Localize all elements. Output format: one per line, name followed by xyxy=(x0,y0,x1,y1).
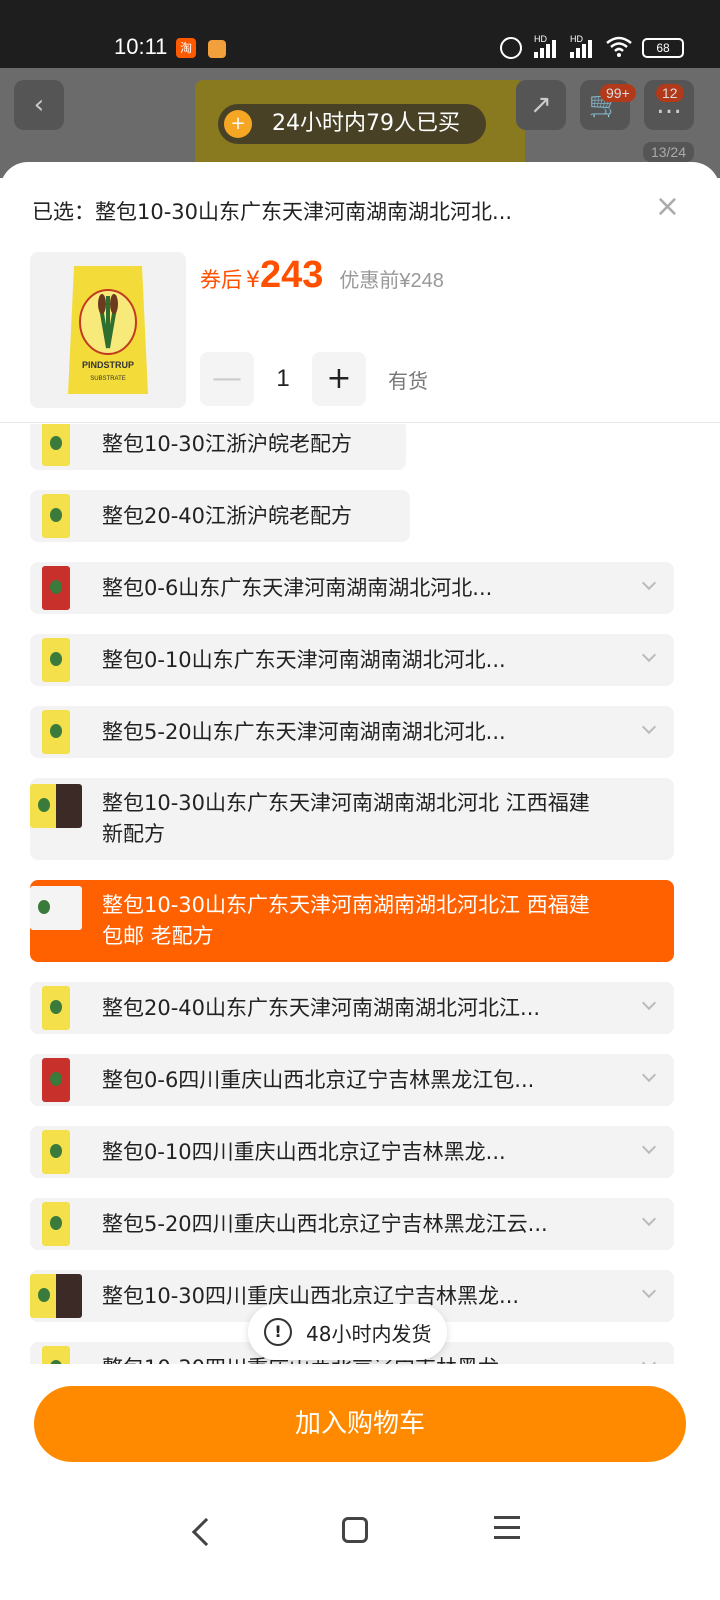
divider xyxy=(0,422,720,423)
sku-option[interactable]: 整包10-30江浙沪皖老配方 xyxy=(30,424,406,470)
chevron-down-icon[interactable] xyxy=(641,719,657,735)
taobao-notification-icon: 淘 xyxy=(176,38,196,58)
coupon-price-label: 券后 xyxy=(200,268,242,292)
sku-thumb xyxy=(42,566,70,610)
message-badge: 12 xyxy=(656,84,684,102)
sku-option-label: 整包5-20四川重庆山西北京辽宁吉林黑龙江云... xyxy=(102,1211,548,1236)
sku-thumb xyxy=(42,986,70,1030)
alarm-icon xyxy=(500,37,522,59)
sku-option[interactable]: 整包0-6山东广东天津河南湖南湖北河北... xyxy=(30,562,674,614)
quantity-stepper: — 1 + 有货 xyxy=(200,352,428,406)
sku-option[interactable]: 整包20-40江浙沪皖老配方 xyxy=(30,490,410,542)
chevron-down-icon[interactable] xyxy=(641,575,657,591)
chevron-down-icon[interactable] xyxy=(641,647,657,663)
sku-option-label: 整包0-6四川重庆山西北京辽宁吉林黑龙江包... xyxy=(102,1067,535,1092)
signal-icon: HD xyxy=(534,34,558,58)
selected-value: 整包10-30山东广东天津河南湖南湖北河北... xyxy=(95,200,513,224)
back-button[interactable]: ‹ xyxy=(14,80,64,130)
sku-thumb xyxy=(42,494,70,538)
stock-status: 有货 xyxy=(388,368,428,393)
sku-thumb xyxy=(42,1202,70,1246)
system-nav-bar xyxy=(0,1500,720,1600)
status-bar: 10:11 淘 HD HD 68 xyxy=(0,0,720,68)
bag-icon: + xyxy=(224,110,252,138)
sku-thumb xyxy=(42,1058,70,1102)
chevron-down-icon[interactable] xyxy=(641,995,657,1011)
sku-thumb xyxy=(42,710,70,754)
wifi-icon xyxy=(606,36,632,60)
chevron-down-icon[interactable] xyxy=(641,1283,657,1299)
sku-selection-sheet: 已选：整包10-30山东广东天津河南湖南湖北河北... × PINDSTRUP … xyxy=(0,162,720,1600)
currency-symbol: ¥ xyxy=(246,268,260,293)
battery-icon: 68 xyxy=(642,38,684,58)
sku-thumb xyxy=(30,1274,82,1318)
sku-thumb xyxy=(42,1130,70,1174)
gallery-notification-icon xyxy=(208,40,226,58)
shipping-notice: ! 48小时内发货 xyxy=(248,1304,448,1360)
sku-option[interactable]: 整包20-40山东广东天津河南湖南湖北河北江... xyxy=(30,982,674,1034)
chevron-down-icon[interactable] xyxy=(641,1139,657,1155)
exclamation-icon: ! xyxy=(264,1318,292,1346)
share-button[interactable]: ↗ xyxy=(516,80,566,130)
decrease-button[interactable]: — xyxy=(200,352,254,406)
sku-option[interactable]: 整包0-6四川重庆山西北京辽宁吉林黑龙江包... xyxy=(30,1054,674,1106)
coupon-price: 243 xyxy=(260,254,324,296)
sku-option-selected[interactable]: 整包10-30山东广东天津河南湖南湖北河北江 西福建包邮 老配方 xyxy=(30,880,674,962)
status-time: 10:11 xyxy=(114,34,168,59)
product-brand-text: PINDSTRUP xyxy=(82,360,134,370)
sku-option-label: 整包10-30山东广东天津河南湖南湖北河北 江西福建 新配方 xyxy=(102,791,590,846)
increase-button[interactable]: + xyxy=(312,352,366,406)
chevron-down-icon[interactable] xyxy=(641,1355,657,1364)
bought-text: 24小时内79人已买 xyxy=(272,111,460,136)
bought-count-pill: + 24小时内79人已买 xyxy=(218,104,486,144)
sku-option-label: 整包5-20山东广东天津河南湖南湖北河北... xyxy=(102,719,506,744)
add-to-cart-button[interactable]: 加入购物车 xyxy=(34,1386,686,1462)
original-price-label: 优惠前 xyxy=(339,268,400,292)
sku-option-label: 整包10-30山东广东天津河南湖南湖北河北江 西福建包邮 老配方 xyxy=(102,893,590,948)
sku-thumb xyxy=(30,886,82,930)
sku-option-label: 整包20-40江浙沪皖老配方 xyxy=(102,503,353,528)
shipping-notice-text: 48小时内发货 xyxy=(306,1321,432,1346)
sku-option-label: 整包10-30江浙沪皖老配方 xyxy=(102,431,353,456)
sku-option-label: 整包0-6山东广东天津河南湖南湖北河北... xyxy=(102,575,493,600)
sku-option[interactable]: 整包0-10山东广东天津河南湖南湖北河北... xyxy=(30,634,674,686)
sku-thumb xyxy=(42,424,70,466)
selected-sku: 已选：整包10-30山东广东天津河南湖南湖北河北... xyxy=(32,196,512,226)
sku-option-label: 整包0-10四川重庆山西北京辽宁吉林黑龙... xyxy=(102,1139,506,1164)
quantity-value[interactable]: 1 xyxy=(254,365,312,393)
sku-thumb xyxy=(42,638,70,682)
selected-prefix: 已选： xyxy=(32,200,95,224)
sku-options-list[interactable]: 整包10-30江浙沪皖老配方 整包20-40江浙沪皖老配方 整包0-6山东广东天… xyxy=(0,424,720,1364)
image-counter: 13/24 xyxy=(642,142,694,162)
nav-back-icon[interactable] xyxy=(191,1517,221,1547)
sku-option-label: 整包20-40山东广东天津河南湖南湖北河北江... xyxy=(102,995,541,1020)
signal-icon-2: HD xyxy=(570,34,594,58)
sku-option-label: 整包0-10山东广东天津河南湖南湖北河北... xyxy=(102,647,506,672)
sku-thumb xyxy=(42,1346,70,1364)
original-price: ¥248 xyxy=(399,270,444,292)
nav-home-icon[interactable] xyxy=(342,1517,368,1543)
sku-option[interactable]: 整包5-20山东广东天津河南湖南湖北河北... xyxy=(30,706,674,758)
sku-option[interactable]: 整包10-30山东广东天津河南湖南湖北河北 江西福建 新配方 xyxy=(30,778,674,860)
sku-thumb xyxy=(30,784,82,828)
cart-badge: 99+ xyxy=(600,84,636,102)
chevron-down-icon[interactable] xyxy=(641,1067,657,1083)
product-sub-text: SUBSTRATE xyxy=(90,376,126,382)
close-button[interactable]: × xyxy=(655,192,680,222)
status-icons: HD HD 68 xyxy=(500,34,684,60)
chevron-down-icon[interactable] xyxy=(641,1211,657,1227)
sku-option[interactable]: 整包5-20四川重庆山西北京辽宁吉林黑龙江云... xyxy=(30,1198,674,1250)
sku-option[interactable]: 整包0-10四川重庆山西北京辽宁吉林黑龙... xyxy=(30,1126,674,1178)
nav-menu-icon[interactable] xyxy=(494,1516,520,1546)
price-row: 券后 ¥ 243 优惠前 ¥248 xyxy=(200,254,444,297)
product-thumbnail[interactable]: PINDSTRUP SUBSTRATE xyxy=(30,252,186,408)
